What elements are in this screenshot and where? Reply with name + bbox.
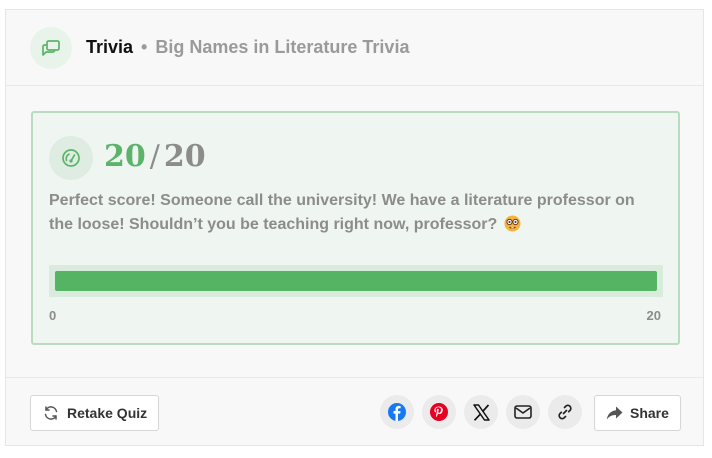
share-x-button[interactable]: [464, 395, 498, 429]
envelope-icon: [514, 405, 532, 419]
page-title: Trivia • Big Names in Literature Trivia: [86, 37, 409, 57]
facebook-icon: [387, 402, 407, 422]
retake-quiz-label: Retake Quiz: [67, 405, 148, 421]
quiz-title: Big Names in Literature Trivia: [155, 37, 410, 57]
x-logo-icon: [472, 403, 490, 421]
pinterest-icon: [429, 402, 449, 422]
result-message: Perfect score! Someone call the universi…: [49, 189, 649, 237]
brand-label: Trivia: [86, 37, 134, 57]
score-progress-fill: [55, 271, 657, 291]
quiz-result-card: Trivia • Big Names in Literature Trivia …: [5, 9, 704, 446]
share-pinterest-button[interactable]: [422, 395, 456, 429]
score-value: 20: [104, 139, 146, 174]
card-footer: Retake Quiz Share: [6, 377, 703, 447]
result-panel: 20/20 Perfect score! Someone call the un…: [31, 111, 680, 345]
retake-quiz-button[interactable]: Retake Quiz: [30, 395, 159, 431]
chat-bubbles-icon: [30, 27, 72, 69]
card-header: Trivia • Big Names in Literature Trivia: [6, 10, 703, 86]
nerd-face-emoji-icon: [504, 215, 521, 232]
score-total: 20: [163, 139, 206, 174]
progress-max-label: 20: [646, 308, 661, 323]
share-facebook-button[interactable]: [380, 395, 414, 429]
copy-link-button[interactable]: [548, 395, 582, 429]
link-icon: [556, 403, 574, 421]
share-button[interactable]: Share: [594, 395, 681, 431]
speedometer-icon: [49, 136, 93, 180]
refresh-icon: [43, 405, 59, 421]
share-email-button[interactable]: [506, 395, 540, 429]
score-progress-bar: [49, 265, 663, 297]
score-display: 20/20: [104, 139, 206, 175]
progress-min-label: 0: [49, 308, 57, 323]
share-arrow-icon: [606, 406, 623, 420]
result-message-text: Perfect score! Someone call the universi…: [49, 192, 635, 233]
score-slash: /: [149, 139, 160, 174]
share-label: Share: [630, 405, 669, 421]
title-separator: •: [141, 37, 148, 57]
